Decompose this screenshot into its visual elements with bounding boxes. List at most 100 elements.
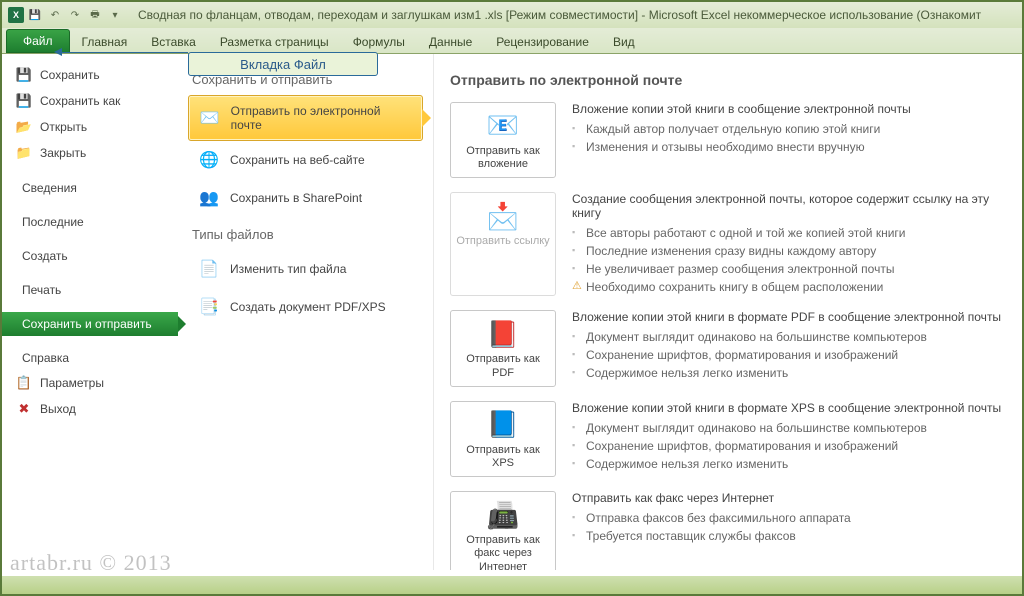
cmd-recent-label: Последние [22, 215, 84, 229]
cmd-open-label: Открыть [40, 120, 87, 134]
tab-home[interactable]: Главная [70, 31, 140, 53]
desc-title: Вложение копии этой книги в формате XPS … [572, 401, 1006, 415]
btn-send-as-fax-label: Отправить как факс через Интернет [455, 534, 551, 570]
option-send-fax-row: 📠 Отправить как факс через Интернет Отпр… [450, 491, 1006, 570]
cmd-options[interactable]: 📋 Параметры [2, 370, 178, 396]
cmd-save-as-label: Сохранить как [40, 94, 120, 108]
envelope-icon: ✉️ [199, 107, 221, 129]
excel-icon: X [8, 7, 24, 23]
backstage-left: 💾 Сохранить 💾 Сохранить как 📂 Открыть 📁Закр… [2, 54, 178, 570]
desc-send-xps: Вложение копии этой книги в формате XPS … [572, 401, 1006, 477]
options-icon: 📋 [16, 375, 32, 391]
btn-send-as-pdf[interactable]: 📕 Отправить как PDF [450, 310, 556, 386]
bullet: Сохранение шрифтов, форматирования и изо… [572, 346, 1006, 364]
qat-redo-icon[interactable]: ↷ [66, 6, 84, 24]
bullet: Сохранение шрифтов, форматирования и изо… [572, 437, 1006, 455]
status-bar [2, 576, 1022, 594]
open-icon: 📂 [16, 119, 32, 135]
qat-save-icon[interactable]: 💾 [26, 6, 44, 24]
callout-line [58, 52, 188, 64]
tab-view[interactable]: Вид [601, 31, 647, 53]
right-heading: Отправить по электронной почте [450, 72, 1006, 88]
bullet: Содержимое нельзя легко изменить [572, 455, 1006, 473]
cmd-help-label: Справка [22, 351, 69, 365]
desc-send-fax: Отправить как факс через Интернет Отправ… [572, 491, 1006, 570]
cmd-save[interactable]: 💾 Сохранить [2, 62, 178, 88]
btn-send-as-fax[interactable]: 📠 Отправить как факс через Интернет [450, 491, 556, 570]
bullet: Документ выглядит одинаково на большинст… [572, 328, 1006, 346]
mid-change-type[interactable]: 📄 Изменить тип файла [188, 250, 423, 288]
qat-print-icon[interactable]: 🖶 [86, 6, 104, 24]
bullet: Последние изменения сразу видны каждому … [572, 242, 1006, 260]
tab-data[interactable]: Данные [417, 31, 484, 53]
xps-icon: 📘 [486, 410, 520, 440]
backstage-mid: Сохранить и отправить ✉️Отправить по эле… [178, 54, 434, 570]
bullet: Требуется поставщик службы факсов [572, 527, 1006, 545]
cmd-recent[interactable]: Последние [2, 210, 178, 234]
close-icon: 📁 [16, 145, 32, 161]
attachment-icon: 📧 [486, 111, 520, 141]
bullet: Все авторы работают с одной и той же коп… [572, 224, 1006, 242]
qat-more-icon[interactable]: ▾ [106, 6, 124, 24]
cmd-open[interactable]: 📂 Открыть [2, 114, 178, 140]
bullet: Документ выглядит одинаково на большинст… [572, 419, 1006, 437]
desc-send-link: Создание сообщения электронной почты, ко… [572, 192, 1006, 296]
globe-icon: 🌐 [198, 149, 220, 171]
mid-send-email[interactable]: ✉️Отправить по электронной почте [188, 95, 423, 141]
exit-icon: ✖ [16, 401, 32, 417]
bullet-warning: Необходимо сохранить книгу в общем распо… [572, 278, 1006, 296]
cmd-print[interactable]: Печать [2, 278, 178, 302]
mid-create-pdf-label: Создать документ PDF/XPS [230, 300, 386, 314]
cmd-new[interactable]: Создать [2, 244, 178, 268]
desc-send-pdf: Вложение копии этой книги в формате PDF … [572, 310, 1006, 386]
save-icon: 💾 [16, 67, 32, 83]
cmd-save-label: Сохранить [40, 68, 100, 82]
pdf-xps-icon: 📑 [198, 296, 220, 318]
desc-title: Отправить как факс через Интернет [572, 491, 1006, 505]
cmd-close[interactable]: 📁Закрыть [2, 140, 178, 166]
change-type-icon: 📄 [198, 258, 220, 280]
link-icon: 📩 [486, 201, 520, 231]
btn-send-link-label: Отправить ссылку [456, 235, 549, 248]
fax-icon: 📠 [486, 500, 520, 530]
mid-heading-filetypes: Типы файлов [192, 227, 419, 242]
quick-access-toolbar: X 💾 ↶ ↷ 🖶 ▾ [2, 6, 130, 24]
tab-page-layout[interactable]: Разметка страницы [208, 31, 341, 53]
bullet: Не увеличивает размер сообщения электрон… [572, 260, 1006, 278]
tab-review[interactable]: Рецензирование [484, 31, 601, 53]
bullet: Каждый автор получает отдельную копию эт… [572, 120, 1006, 138]
mid-create-pdf-xps[interactable]: 📑 Создать документ PDF/XPS [188, 288, 423, 326]
tab-formulas[interactable]: Формулы [341, 31, 417, 53]
pdf-icon: 📕 [486, 319, 520, 349]
mid-save-sp-label: Сохранить в SharePoint [230, 191, 362, 205]
cmd-options-label: Параметры [40, 376, 104, 390]
btn-send-as-xps[interactable]: 📘 Отправить как XPS [450, 401, 556, 477]
mid-save-web-label: Сохранить на веб-сайте [230, 153, 365, 167]
btn-send-as-attachment[interactable]: 📧 Отправить как вложение [450, 102, 556, 178]
sharepoint-icon: 👥 [198, 187, 220, 209]
window-title: Сводная по фланцам, отводам, переходам и… [130, 8, 1022, 22]
mid-save-web[interactable]: 🌐 Сохранить на веб-сайте [188, 141, 423, 179]
cmd-new-label: Создать [22, 249, 68, 263]
cmd-save-send-label: Сохранить и отправить [22, 317, 152, 331]
cmd-exit-label: Выход [40, 402, 76, 416]
option-send-pdf-row: 📕 Отправить как PDF Вложение копии этой … [450, 310, 1006, 386]
desc-title: Создание сообщения электронной почты, ко… [572, 192, 1006, 220]
bullet: Содержимое нельзя легко изменить [572, 364, 1006, 382]
cmd-save-as[interactable]: 💾 Сохранить как [2, 88, 178, 114]
callout-file-tab: Вкладка Файл [188, 52, 378, 76]
mid-save-sharepoint[interactable]: 👥 Сохранить в SharePoint [188, 179, 423, 217]
cmd-info-label: Сведения [22, 181, 77, 195]
save-as-icon: 💾 [16, 93, 32, 109]
cmd-save-send[interactable]: Сохранить и отправить [2, 312, 178, 336]
qat-undo-icon[interactable]: ↶ [46, 6, 64, 24]
desc-title: Вложение копии этой книги в формате PDF … [572, 310, 1006, 324]
bullet: Изменения и отзывы необходимо внести вру… [572, 138, 1006, 156]
cmd-help[interactable]: Справка [2, 346, 178, 370]
tab-insert[interactable]: Вставка [139, 31, 208, 53]
mid-change-type-label: Изменить тип файла [230, 262, 346, 276]
btn-send-as-xps-label: Отправить как XPS [455, 444, 551, 470]
cmd-info[interactable]: Сведения [2, 176, 178, 200]
cmd-exit[interactable]: ✖ Выход [2, 396, 178, 422]
btn-send-link: 📩 Отправить ссылку [450, 192, 556, 296]
